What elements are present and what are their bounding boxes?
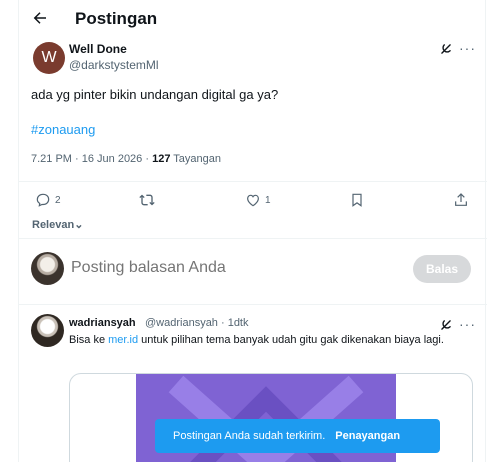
back-button[interactable] [31, 9, 53, 29]
post-text: ada yg pinter bikin undangan digital ga … [31, 87, 279, 102]
hashtag-link[interactable]: #zonauang [31, 122, 95, 137]
post-detail-page: Postingan W Well Done @darkstystemMl ···… [18, 0, 487, 462]
post-meta: 7.21 PM · 16 Jun 2026 · 127 Tayangan [31, 153, 221, 165]
arrow-left-icon [33, 12, 46, 24]
sort-label: Relevan [32, 219, 75, 231]
share-action[interactable] [453, 191, 469, 209]
repost-action[interactable] [138, 191, 160, 209]
toast-action-button[interactable]: Penayangan [335, 430, 400, 442]
more-options-icon[interactable]: ··· [459, 316, 476, 332]
more-options-icon[interactable]: ··· [459, 40, 476, 56]
reply-avatar[interactable] [31, 314, 64, 347]
like-action[interactable]: 1 [245, 191, 271, 209]
toast-notification: Postingan Anda sudah terkirim. Penayanga… [155, 419, 440, 453]
reply-text-after: untuk pilihan tema banyak udah gitu gak … [138, 334, 444, 346]
reply-text-before: Bisa ke [69, 334, 109, 346]
grok-icon[interactable] [439, 42, 453, 56]
reply-count: 2 [55, 194, 61, 206]
divider [19, 304, 487, 305]
reply-link[interactable]: mer.id [108, 334, 138, 346]
bookmark-action[interactable] [349, 191, 365, 209]
author-handle[interactable]: @darkstystemMl [69, 58, 159, 72]
views-label: Tayangan [173, 153, 222, 165]
reply-icon [36, 193, 50, 207]
post-time-date: 7.21 PM · 16 Jun 2026 · [31, 153, 153, 165]
author-avatar[interactable]: W [33, 42, 65, 74]
toast-message: Postingan Anda sudah terkirim. [173, 430, 326, 442]
chevron-down-icon: ⌄ [74, 219, 84, 231]
sort-dropdown[interactable]: Relevan⌄ [32, 218, 83, 231]
divider [19, 181, 487, 182]
reply-action[interactable]: 2 [35, 191, 61, 209]
heart-icon [247, 194, 259, 207]
views-count: 127 [152, 153, 171, 165]
reply-input[interactable] [71, 259, 371, 277]
reply-author-handle[interactable]: @wadriansyah · 1dtk [145, 317, 249, 329]
divider [19, 238, 487, 239]
grok-icon[interactable] [439, 318, 453, 332]
repost-icon [139, 194, 155, 206]
bookmark-icon [352, 193, 362, 207]
header: Postingan [19, 0, 487, 40]
page-title: Postingan [75, 9, 158, 28]
reply-button[interactable]: Balas [413, 255, 471, 283]
author-name[interactable]: Well Done [69, 42, 127, 56]
my-avatar[interactable] [31, 252, 64, 285]
like-count: 1 [265, 194, 271, 206]
share-icon [455, 193, 467, 206]
reply-author-name[interactable]: wadriansyah [69, 317, 136, 329]
reply-text: Bisa ke mer.id untuk pilihan tema banyak… [69, 333, 469, 348]
